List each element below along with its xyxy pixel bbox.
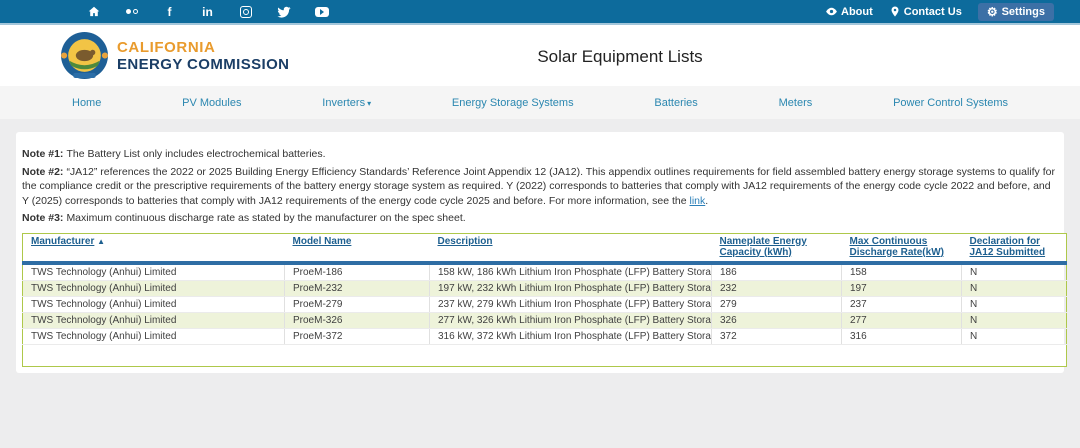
- col-header-max-discharge-rate[interactable]: Max Continuous Discharge Rate(kW): [842, 233, 962, 263]
- table-cell: 326: [712, 312, 842, 328]
- table-cell: 197 kW, 232 kWh Lithium Iron Phosphate (…: [430, 280, 712, 296]
- nav-energy-storage-systems[interactable]: Energy Storage Systems: [452, 97, 574, 109]
- chevron-down-icon: ▾: [367, 99, 371, 108]
- pin-icon: [889, 5, 901, 18]
- nav-pv-modules[interactable]: PV Modules: [182, 97, 241, 109]
- col-header-ja12-declaration[interactable]: Declaration for JA12 Submitted: [962, 233, 1067, 263]
- battery-list-table: Manufacturer ▲ Model Name Description Na…: [22, 233, 1067, 367]
- table-cell: TWS Technology (Anhui) Limited: [23, 296, 285, 312]
- content-card: Note #1:The Battery List only includes e…: [16, 132, 1064, 373]
- nav-power-control-systems[interactable]: Power Control Systems: [893, 97, 1008, 109]
- table-cell: 158 kW, 186 kWh Lithium Iron Phosphate (…: [430, 263, 712, 281]
- nav-batteries[interactable]: Batteries: [654, 97, 697, 109]
- table-cell: 232: [712, 280, 842, 296]
- table-row: TWS Technology (Anhui) Limited ProeM-372…: [23, 328, 1067, 344]
- table-cell: TWS Technology (Anhui) Limited: [23, 328, 285, 344]
- flickr-icon[interactable]: [124, 4, 139, 19]
- youtube-icon[interactable]: [314, 4, 329, 19]
- col-header-description[interactable]: Description: [430, 233, 712, 263]
- ja12-link[interactable]: link: [690, 195, 706, 207]
- table-cell: 237 kW, 279 kWh Lithium Iron Phosphate (…: [430, 296, 712, 312]
- table-cell: 279: [712, 296, 842, 312]
- cec-logo[interactable]: CALIFORNIA ENERGY COMMISSION: [60, 31, 289, 80]
- table-cell: TWS Technology (Anhui) Limited: [23, 280, 285, 296]
- contact-us-link[interactable]: Contact Us: [889, 5, 962, 18]
- table-cell: N: [962, 296, 1067, 312]
- notes-block: Note #1:The Battery List only includes e…: [22, 147, 1058, 226]
- note-2: Note #2:“JA12” references the 2022 or 20…: [22, 165, 1058, 209]
- table-row: TWS Technology (Anhui) Limited ProeM-326…: [23, 312, 1067, 328]
- table-cell: N: [962, 263, 1067, 281]
- table-cell: 237: [842, 296, 962, 312]
- table-cell: 316 kW, 372 kWh Lithium Iron Phosphate (…: [430, 328, 712, 344]
- instagram-icon[interactable]: [238, 4, 253, 19]
- brand-line-2: ENERGY COMMISSION: [117, 56, 289, 73]
- settings-button[interactable]: ⚙ Settings: [978, 3, 1054, 21]
- main-nav: Home PV Modules Inverters▾ Energy Storag…: [0, 86, 1080, 119]
- table-cell: 186: [712, 263, 842, 281]
- nav-home[interactable]: Home: [72, 97, 101, 109]
- col-header-model-name[interactable]: Model Name: [285, 233, 430, 263]
- table-cell: 372: [712, 328, 842, 344]
- table-cell: 316: [842, 328, 962, 344]
- table-cell: N: [962, 328, 1067, 344]
- table-row: TWS Technology (Anhui) Limited ProeM-186…: [23, 263, 1067, 281]
- nav-meters[interactable]: Meters: [779, 97, 813, 109]
- table-body: TWS Technology (Anhui) Limited ProeM-186…: [23, 263, 1067, 345]
- topbar-right: About Contact Us ⚙ Settings: [825, 3, 1054, 21]
- col-header-manufacturer[interactable]: Manufacturer ▲: [23, 233, 285, 263]
- facebook-icon[interactable]: f: [162, 4, 177, 19]
- brand-line-1: CALIFORNIA: [117, 39, 289, 56]
- table-cell: 158: [842, 263, 962, 281]
- table-cell: TWS Technology (Anhui) Limited: [23, 312, 285, 328]
- table-cell: N: [962, 312, 1067, 328]
- table-cell: 197: [842, 280, 962, 296]
- about-link[interactable]: About: [825, 5, 873, 18]
- cec-seal-icon: [60, 31, 109, 80]
- table-header-row: Manufacturer ▲ Model Name Description Na…: [23, 233, 1067, 263]
- social-links: f in: [86, 4, 329, 19]
- col-header-nameplate-capacity[interactable]: Nameplate Energy Capacity (kWh): [712, 233, 842, 263]
- table-footer-spacer: [23, 344, 1067, 366]
- table-cell: ProeM-232: [285, 280, 430, 296]
- note-1: Note #1:The Battery List only includes e…: [22, 147, 1058, 162]
- table-cell: N: [962, 280, 1067, 296]
- header: CALIFORNIA ENERGY COMMISSION Solar Equip…: [0, 25, 1080, 86]
- page-title: Solar Equipment Lists: [537, 47, 702, 67]
- eye-icon: [825, 5, 838, 18]
- table-cell: ProeM-186: [285, 263, 430, 281]
- table-row: TWS Technology (Anhui) Limited ProeM-279…: [23, 296, 1067, 312]
- table-cell: ProeM-372: [285, 328, 430, 344]
- table-cell: TWS Technology (Anhui) Limited: [23, 263, 285, 281]
- home-icon[interactable]: [86, 4, 101, 19]
- nav-inverters[interactable]: Inverters▾: [322, 97, 371, 109]
- topbar: f in About Contact Us ⚙ Settings: [0, 0, 1080, 25]
- table-cell: ProeM-279: [285, 296, 430, 312]
- brand-text: CALIFORNIA ENERGY COMMISSION: [117, 39, 289, 73]
- linkedin-icon[interactable]: in: [200, 4, 215, 19]
- table-cell: 277: [842, 312, 962, 328]
- note-3: Note #3:Maximum continuous discharge rat…: [22, 211, 1058, 226]
- twitter-icon[interactable]: [276, 4, 291, 19]
- table-cell: ProeM-326: [285, 312, 430, 328]
- gear-icon: ⚙: [987, 6, 998, 18]
- sort-asc-icon: ▲: [97, 237, 105, 246]
- table-cell: 277 kW, 326 kWh Lithium Iron Phosphate (…: [430, 312, 712, 328]
- table-row: TWS Technology (Anhui) Limited ProeM-232…: [23, 280, 1067, 296]
